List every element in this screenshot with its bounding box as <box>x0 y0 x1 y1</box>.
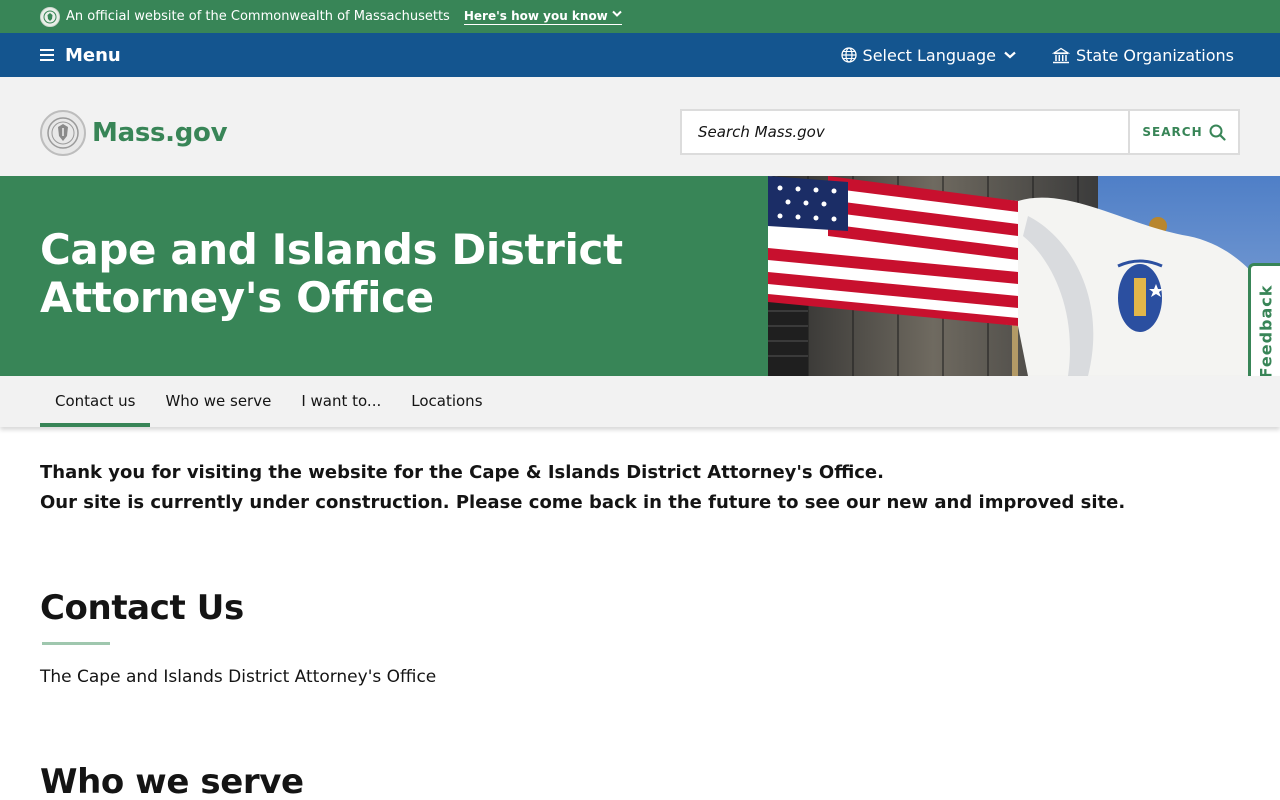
search-button-label: SEARCH <box>1142 125 1203 139</box>
tab-locations[interactable]: Locations <box>396 379 497 427</box>
page-nav: Contact us Who we serve I want to... Loc… <box>0 376 1280 427</box>
search-icon <box>1209 124 1226 141</box>
hamburger-icon <box>40 49 54 61</box>
who-we-serve-heading: Who we serve <box>40 762 304 800</box>
contact-us-heading: Contact Us <box>40 588 244 628</box>
chevron-down-icon <box>612 10 622 21</box>
contact-office-name: The Cape and Islands District Attorney's… <box>40 667 437 687</box>
page-title: Cape and Islands District Attorney's Off… <box>40 225 623 322</box>
utility-nav: Menu Select Language State Organizations <box>0 33 1280 77</box>
page-banner: Cape and Islands District Attorney's Off… <box>0 176 1280 376</box>
state-organizations-button[interactable]: State Organizations <box>1051 45 1234 65</box>
select-language-label: Select Language <box>862 45 996 65</box>
brand-name: Mass.gov <box>92 118 228 148</box>
site-header: Mass.gov SEARCH <box>0 77 1280 176</box>
official-site-text: An official website of the Commonwealth … <box>66 9 450 24</box>
menu-button[interactable]: Menu <box>40 33 121 77</box>
banner-title-area: Cape and Islands District Attorney's Off… <box>0 176 768 376</box>
select-language-button[interactable]: Select Language <box>840 45 1022 65</box>
menu-label: Menu <box>65 44 121 66</box>
search-form: SEARCH <box>680 109 1240 155</box>
heading-underline <box>42 642 110 645</box>
official-site-banner: An official website of the Commonwealth … <box>0 0 1280 33</box>
feedback-label: Feedback <box>1256 284 1275 378</box>
mass-gov-logo[interactable]: Mass.gov <box>40 110 228 156</box>
heres-how-you-know-link[interactable]: Here's how you know <box>463 8 622 25</box>
seal-icon <box>40 6 60 27</box>
globe-icon <box>840 47 857 63</box>
intro-line-2: Our site is currently under construction… <box>40 492 1126 513</box>
building-icon <box>1051 47 1070 63</box>
chevron-down-icon <box>1004 51 1016 59</box>
heres-how-you-know-label: Here's how you know <box>463 8 608 23</box>
intro-line-1: Thank you for visiting the website for t… <box>40 462 884 483</box>
utility-links: Select Language State Organizations <box>811 33 1234 77</box>
tab-i-want-to[interactable]: I want to... <box>286 379 396 427</box>
search-button[interactable]: SEARCH <box>1128 111 1238 153</box>
flags-image <box>768 176 1280 376</box>
tab-who-we-serve[interactable]: Who we serve <box>150 379 286 427</box>
tab-contact-us[interactable]: Contact us <box>40 379 151 427</box>
intro-text: Thank you for visiting the website for t… <box>40 458 1240 518</box>
search-input[interactable] <box>682 111 1128 153</box>
state-organizations-label: State Organizations <box>1075 45 1234 65</box>
massachusetts-seal-icon <box>40 110 86 156</box>
